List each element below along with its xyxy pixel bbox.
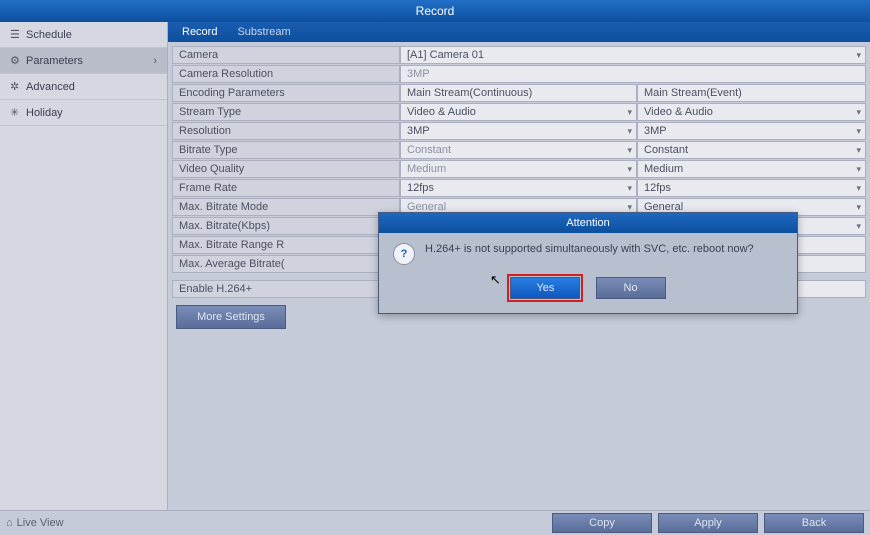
resolution-select-2[interactable]: 3MP bbox=[637, 122, 866, 140]
max-bitrate-range-label: Max. Bitrate Range R bbox=[172, 236, 400, 254]
frame-rate-label: Frame Rate bbox=[172, 179, 400, 197]
parameters-icon: ⚙ bbox=[10, 54, 22, 67]
copy-button[interactable]: Copy bbox=[552, 513, 652, 533]
stream-type-label: Stream Type bbox=[172, 103, 400, 121]
sidebar-item-schedule[interactable]: ☰ Schedule bbox=[0, 22, 167, 48]
sidebar-item-label: Holiday bbox=[26, 107, 63, 119]
live-view-link[interactable]: ⌂ Live View bbox=[6, 517, 64, 529]
dialog-buttons: Yes No bbox=[379, 269, 797, 313]
bitrate-type-select-2[interactable]: Constant bbox=[637, 141, 866, 159]
camera-label: Camera bbox=[172, 46, 400, 64]
footer: ⌂ Live View Copy Apply Back bbox=[0, 510, 870, 535]
dialog-title: Attention bbox=[379, 213, 797, 233]
stream-type-select-2[interactable]: Video & Audio bbox=[637, 103, 866, 121]
encoding-params-col1: Main Stream(Continuous) bbox=[400, 84, 637, 102]
dialog-body: ? H.264+ is not supported simultaneously… bbox=[379, 233, 797, 269]
max-bitrate-label: Max. Bitrate(Kbps) bbox=[172, 217, 400, 235]
resolution-select-1[interactable]: 3MP bbox=[400, 122, 637, 140]
camera-resolution-label: Camera Resolution bbox=[172, 65, 400, 83]
row-resolution: Resolution 3MP 3MP bbox=[172, 122, 866, 140]
apply-button[interactable]: Apply bbox=[658, 513, 758, 533]
tab-record[interactable]: Record bbox=[172, 22, 227, 42]
video-quality-select-2[interactable]: Medium bbox=[637, 160, 866, 178]
row-video-quality: Video Quality Medium Medium bbox=[172, 160, 866, 178]
row-camera-resolution: Camera Resolution 3MP bbox=[172, 65, 866, 83]
attention-dialog: Attention ? H.264+ is not supported simu… bbox=[378, 212, 798, 314]
row-encoding-params: Encoding Parameters Main Stream(Continuo… bbox=[172, 84, 866, 102]
sidebar-item-holiday[interactable]: ✳ Holiday bbox=[0, 100, 167, 126]
video-quality-select-1[interactable]: Medium bbox=[400, 160, 637, 178]
sidebar-item-label: Schedule bbox=[26, 29, 72, 41]
schedule-icon: ☰ bbox=[10, 28, 22, 41]
row-bitrate-type: Bitrate Type Constant Constant bbox=[172, 141, 866, 159]
bitrate-type-label: Bitrate Type bbox=[172, 141, 400, 159]
live-view-label: Live View bbox=[17, 517, 64, 529]
sidebar-item-label: Advanced bbox=[26, 81, 75, 93]
question-icon: ? bbox=[393, 243, 415, 265]
tab-bar: Record Substream bbox=[168, 22, 870, 42]
encoding-params-col2: Main Stream(Event) bbox=[637, 84, 866, 102]
encoding-params-label: Encoding Parameters bbox=[172, 84, 400, 102]
window-title: Record bbox=[0, 0, 870, 22]
no-button[interactable]: No bbox=[596, 277, 666, 299]
home-icon: ⌂ bbox=[6, 517, 13, 529]
content-area: Record Substream Camera [A1] Camera 01 C… bbox=[168, 22, 870, 510]
frame-rate-select-2[interactable]: 12fps bbox=[637, 179, 866, 197]
sidebar-item-label: Parameters bbox=[26, 55, 83, 67]
max-bitrate-mode-label: Max. Bitrate Mode bbox=[172, 198, 400, 216]
resolution-label: Resolution bbox=[172, 122, 400, 140]
row-stream-type: Stream Type Video & Audio Video & Audio bbox=[172, 103, 866, 121]
back-button[interactable]: Back bbox=[764, 513, 864, 533]
sidebar-item-parameters[interactable]: ⚙ Parameters › bbox=[0, 48, 167, 74]
row-frame-rate: Frame Rate 12fps 12fps bbox=[172, 179, 866, 197]
dialog-message: H.264+ is not supported simultaneously w… bbox=[425, 243, 754, 255]
sidebar: ☰ Schedule ⚙ Parameters › ✲ Advanced ✳ H… bbox=[0, 22, 168, 510]
frame-rate-select-1[interactable]: 12fps bbox=[400, 179, 637, 197]
chevron-right-icon: › bbox=[153, 55, 157, 67]
sidebar-item-advanced[interactable]: ✲ Advanced bbox=[0, 74, 167, 100]
row-camera: Camera [A1] Camera 01 bbox=[172, 46, 866, 64]
bitrate-type-select-1[interactable]: Constant bbox=[400, 141, 637, 159]
video-quality-label: Video Quality bbox=[172, 160, 400, 178]
main-layout: ☰ Schedule ⚙ Parameters › ✲ Advanced ✳ H… bbox=[0, 22, 870, 510]
stream-type-select-1[interactable]: Video & Audio bbox=[400, 103, 637, 121]
yes-button[interactable]: Yes bbox=[510, 277, 580, 299]
tab-substream[interactable]: Substream bbox=[227, 22, 300, 42]
holiday-icon: ✳ bbox=[10, 106, 22, 119]
camera-resolution-value: 3MP bbox=[400, 65, 866, 83]
advanced-icon: ✲ bbox=[10, 80, 22, 93]
max-avg-bitrate-label: Max. Average Bitrate( bbox=[172, 255, 400, 273]
enable-h264-label: Enable H.264+ bbox=[172, 280, 400, 298]
camera-select[interactable]: [A1] Camera 01 bbox=[400, 46, 866, 64]
more-settings-button[interactable]: More Settings bbox=[176, 305, 286, 329]
